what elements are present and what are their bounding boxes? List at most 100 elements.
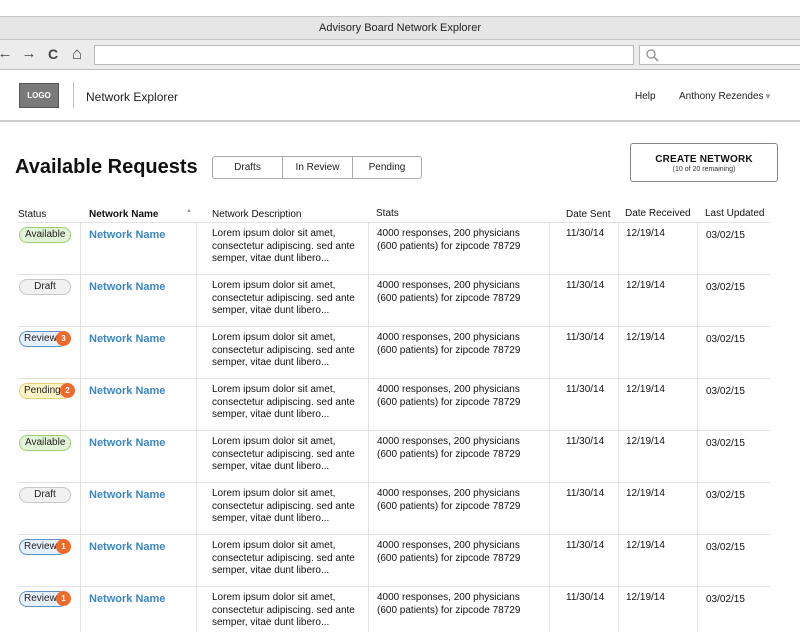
stats-line: (600 patients) for zipcode 78729 — [377, 344, 521, 356]
network-name-link[interactable]: Network Name — [89, 229, 165, 242]
date-sent: 11/30/14 — [566, 280, 605, 291]
column-header-status[interactable]: Status — [18, 209, 46, 220]
logo[interactable]: LOGO — [19, 83, 59, 108]
date-received: 12/19/14 — [626, 332, 665, 343]
browser-toolbar: ← → C ⌂ — [0, 40, 800, 70]
description-line: Lorem ipsum dolor sit amet, — [212, 436, 336, 447]
description-line: consectetur adipiscing. sed ante — [212, 344, 355, 356]
date-sent: 11/30/14 — [566, 384, 605, 395]
address-bar[interactable] — [94, 45, 634, 65]
date-sent: 11/30/14 — [566, 592, 605, 603]
stats-line: 4000 responses, 200 physicians — [377, 384, 520, 395]
date-received: 12/19/14 — [626, 540, 665, 551]
network-name-link[interactable]: Network Name — [89, 541, 165, 554]
network-description: Lorem ipsum dolor sit amet, consectetur … — [212, 540, 362, 578]
app-title: Network Explorer — [86, 90, 179, 104]
network-name-link[interactable]: Network Name — [89, 385, 165, 398]
tab-pending[interactable]: Pending — [353, 157, 421, 178]
browser-search-input[interactable] — [639, 45, 800, 65]
description-line: semper, vitae dunt libero... — [212, 565, 330, 576]
forward-arrow-icon[interactable]: → — [20, 45, 38, 63]
description-line: consectetur adipiscing. sed ante — [212, 448, 355, 460]
header-divider — [73, 82, 74, 108]
chevron-down-icon[interactable]: ▼ — [764, 92, 772, 101]
status-filter-tabs: Drafts In Review Pending — [212, 156, 422, 179]
last-updated: 03/02/15 — [706, 542, 745, 553]
description-line: consectetur adipiscing. sed ante — [212, 552, 355, 564]
stats-line: (600 patients) for zipcode 78729 — [377, 448, 521, 460]
create-network-button[interactable]: CREATE NETWORK (10 of 20 remaining) — [630, 143, 778, 182]
last-updated: 03/02/15 — [706, 594, 745, 605]
last-updated: 03/02/15 — [706, 386, 745, 397]
network-stats: 4000 responses, 200 physicians (600 pati… — [377, 332, 527, 357]
description-line: consectetur adipiscing. sed ante — [212, 240, 355, 252]
column-header-date-received[interactable]: Date Received — [625, 208, 691, 219]
network-description: Lorem ipsum dolor sit amet, consectetur … — [212, 332, 362, 370]
description-line: Lorem ipsum dolor sit amet, — [212, 488, 336, 499]
stats-line: 4000 responses, 200 physicians — [377, 332, 520, 343]
network-name-link[interactable]: Network Name — [89, 593, 165, 606]
description-line: semper, vitae dunt libero... — [212, 253, 330, 264]
help-link[interactable]: Help — [635, 91, 656, 102]
network-name-link[interactable]: Network Name — [89, 281, 165, 294]
network-stats: 4000 responses, 200 physicians (600 pati… — [377, 540, 527, 565]
network-stats: 4000 responses, 200 physicians (600 pati… — [377, 384, 527, 409]
description-line: semper, vitae dunt libero... — [212, 513, 330, 524]
status-badge[interactable]: Draft — [19, 279, 71, 295]
description-line: consectetur adipiscing. sed ante — [212, 396, 355, 408]
notification-count-badge: 2 — [60, 383, 75, 398]
sort-icon[interactable]: ▲ — [186, 208, 192, 214]
date-sent: 11/30/14 — [566, 228, 605, 239]
stats-line: 4000 responses, 200 physicians — [377, 280, 520, 291]
network-description: Lorem ipsum dolor sit amet, consectetur … — [212, 228, 362, 266]
description-line: semper, vitae dunt libero... — [212, 461, 330, 472]
column-header-network-name[interactable]: Network Name — [89, 209, 158, 220]
reload-icon[interactable]: C — [44, 45, 62, 63]
network-name-link[interactable]: Network Name — [89, 437, 165, 450]
tab-in-review[interactable]: In Review — [283, 157, 353, 178]
status-badge[interactable]: Available — [19, 227, 71, 243]
tab-drafts[interactable]: Drafts — [213, 157, 283, 178]
stats-line: (600 patients) for zipcode 78729 — [377, 292, 521, 304]
status-badge[interactable]: Draft — [19, 487, 71, 503]
home-icon[interactable]: ⌂ — [68, 45, 86, 63]
network-name-link[interactable]: Network Name — [89, 489, 165, 502]
description-line: semper, vitae dunt libero... — [212, 305, 330, 316]
date-sent: 11/30/14 — [566, 436, 605, 447]
description-line: consectetur adipiscing. sed ante — [212, 500, 355, 512]
stats-line: 4000 responses, 200 physicians — [377, 540, 520, 551]
description-line: Lorem ipsum dolor sit amet, — [212, 228, 336, 239]
column-header-description[interactable]: Network Description — [212, 209, 301, 220]
description-line: Lorem ipsum dolor sit amet, — [212, 332, 336, 343]
column-header-date-sent[interactable]: Date Sent — [566, 209, 610, 220]
network-description: Lorem ipsum dolor sit amet, consectetur … — [212, 384, 362, 422]
date-received: 12/19/14 — [626, 488, 665, 499]
description-line: Lorem ipsum dolor sit amet, — [212, 280, 336, 291]
last-updated: 03/02/15 — [706, 282, 745, 293]
date-received: 12/19/14 — [626, 592, 665, 603]
stats-line: 4000 responses, 200 physicians — [377, 488, 520, 499]
notification-count-badge: 3 — [56, 331, 71, 346]
network-description: Lorem ipsum dolor sit amet, consectetur … — [212, 436, 362, 474]
stats-line: (600 patients) for zipcode 78729 — [377, 552, 521, 564]
user-menu[interactable]: Anthony Rezendes — [679, 91, 764, 102]
back-arrow-icon[interactable]: ← — [0, 45, 14, 63]
date-sent: 11/30/14 — [566, 332, 605, 343]
description-line: semper, vitae dunt libero... — [212, 409, 330, 420]
status-badge[interactable]: Available — [19, 435, 71, 451]
remaining-count: (10 of 20 remaining) — [672, 166, 736, 173]
date-sent: 11/30/14 — [566, 488, 605, 499]
page-title: Available Requests — [15, 156, 198, 178]
date-received: 12/19/14 — [626, 228, 665, 239]
description-line: Lorem ipsum dolor sit amet, — [212, 384, 336, 395]
search-icon — [646, 49, 659, 62]
description-line: consectetur adipiscing. sed ante — [212, 292, 355, 304]
stats-line: (600 patients) for zipcode 78729 — [377, 240, 521, 252]
date-received: 12/19/14 — [626, 280, 665, 291]
last-updated: 03/02/15 — [706, 334, 745, 345]
network-name-link[interactable]: Network Name — [89, 333, 165, 346]
column-header-last-updated[interactable]: Last Updated — [705, 208, 765, 219]
stats-line: (600 patients) for zipcode 78729 — [377, 604, 521, 616]
stats-line: 4000 responses, 200 physicians — [377, 436, 520, 447]
column-header-stats[interactable]: Stats — [376, 208, 399, 219]
